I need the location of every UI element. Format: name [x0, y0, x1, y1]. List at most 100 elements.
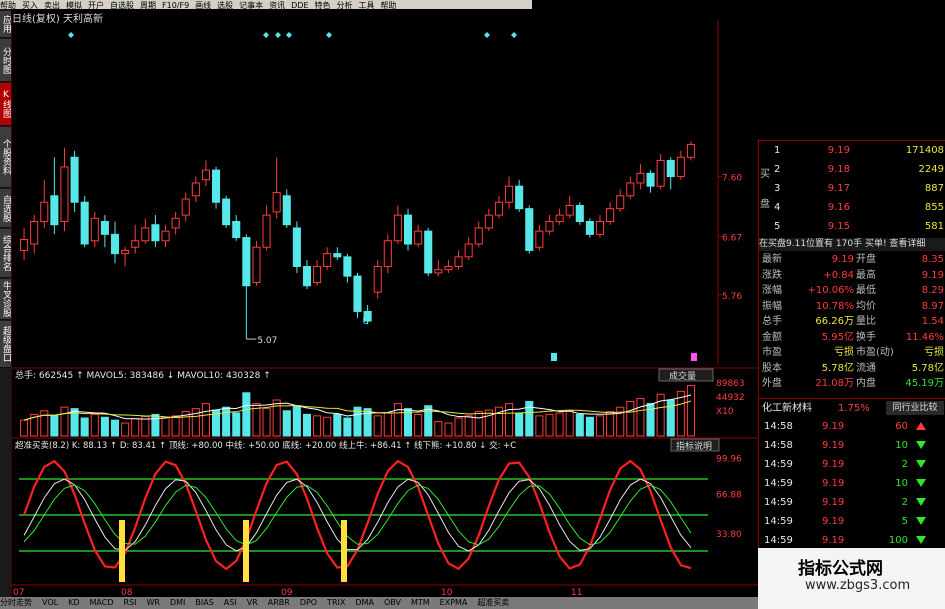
indicator-tab[interactable]: VOL [42, 598, 58, 607]
menu-item[interactable]: 特色 [315, 1, 331, 9]
indicator-tab[interactable]: EXPMA [440, 598, 468, 607]
candle-body [90, 217, 99, 242]
signal-diamond [286, 32, 292, 38]
indicator-tab[interactable]: DMA [355, 598, 374, 607]
candle-body [454, 256, 463, 267]
indicator-tab[interactable]: TRIX [327, 598, 345, 607]
volume-bar [343, 417, 352, 437]
left-tab[interactable]: 应用 [0, 11, 11, 38]
candle-body [292, 227, 301, 267]
candle-body [222, 198, 231, 226]
indicator-tab[interactable]: RSI [123, 598, 136, 607]
candle-body [80, 201, 89, 245]
candle-body [515, 185, 524, 210]
menu-item[interactable]: 选股 [217, 1, 233, 9]
indicator-tab[interactable]: WR [146, 598, 159, 607]
order-price: 9.18 [827, 164, 850, 175]
left-tab[interactable]: K线图 [0, 83, 11, 126]
candle-body [272, 192, 281, 213]
trade-volume: 10 [895, 478, 908, 489]
trade-volume: 5 [901, 516, 908, 527]
volume-bar [262, 408, 271, 437]
menu-item[interactable]: 帮助 [381, 1, 397, 9]
trade-volume: 10 [895, 440, 908, 451]
order-level: 3 [774, 183, 781, 194]
trade-time: 14:58 [764, 440, 793, 451]
candle-body [535, 230, 544, 248]
volume-tick-label: X10 [716, 407, 734, 417]
chart-marker-label: U [363, 317, 370, 327]
indicator-tab[interactable]: KD [68, 598, 79, 607]
kline-chart-area[interactable]: 7.60 6.67 5.76 5.07 U 总手: 662545 ↑ MAVOL5: 38… [11, 20, 758, 597]
menu-item[interactable]: 周期 [140, 1, 156, 9]
volume-bar [686, 385, 695, 437]
volume-bar [313, 415, 322, 437]
volume-bar [161, 416, 170, 437]
indicator-tab[interactable]: DPO [300, 598, 317, 607]
indicator-tab[interactable]: ARBR [268, 598, 290, 607]
left-tab[interactable]: 自选股 [0, 189, 11, 228]
quote-label: 内盘 [856, 378, 876, 389]
menu-item[interactable]: 工具 [359, 1, 375, 9]
candle-body [343, 256, 352, 277]
quote-panel: 买 盘 1 9.19 171408 2 9.18 2249 3 9.17 887 4 9.16 855 5… [758, 140, 945, 600]
order-price: 9.15 [827, 221, 850, 232]
trade-price: 9.19 [822, 497, 845, 508]
left-tab[interactable]: 分时图 [0, 39, 11, 82]
candle-body [262, 214, 271, 248]
menu-item[interactable]: 开户 [88, 1, 104, 9]
candle-body [686, 143, 695, 158]
menu-item[interactable]: 买入 [22, 1, 38, 9]
indicator-tab[interactable]: DMI [170, 598, 185, 607]
menu-item[interactable]: F10/F9 [162, 1, 189, 9]
menu-item[interactable]: 分析 [337, 1, 353, 9]
volume-bar [616, 406, 625, 437]
indicator-tab[interactable]: 超准买卖 [477, 598, 509, 607]
left-tab[interactable]: 综合排名 [0, 229, 11, 278]
menu-item[interactable]: 自选股 [110, 1, 134, 9]
menu-item[interactable]: 资讯 [269, 1, 285, 9]
volume-bar [110, 419, 120, 437]
event-marker [551, 353, 557, 361]
quote-value: 亏损 [924, 347, 944, 358]
volume-bar [50, 415, 59, 437]
arrow-down-icon [916, 479, 926, 487]
indicator-tab[interactable]: 分时走势 [0, 598, 32, 607]
candle-body [494, 201, 503, 216]
left-tab[interactable]: 牛叉诊股 [0, 279, 11, 320]
industry-compare-button[interactable]: 同行业比较 [886, 401, 944, 415]
indicator-tab[interactable]: MACD [90, 598, 114, 607]
menu-item[interactable]: 模拟 [66, 1, 82, 9]
indicator-tab[interactable]: BIAS [195, 598, 213, 607]
quote-value: 1.54 [921, 316, 944, 327]
left-tab[interactable]: 个股资料 [0, 127, 11, 188]
order-position-notice[interactable]: 在买盘9.11位置有 170手 买单! 查看详细 [759, 238, 945, 251]
volume-bar [333, 413, 342, 437]
quote-value: 5.78亿 [821, 362, 854, 374]
candle-body [403, 214, 413, 245]
order-volume: 581 [924, 221, 944, 232]
volume-bar [201, 403, 210, 437]
volume-bar [464, 415, 473, 437]
indicator-help-label: 指标说明 [676, 440, 712, 452]
candle-body [181, 198, 190, 216]
menu-item[interactable]: 卖出 [44, 1, 60, 9]
menu-item[interactable]: DDE [291, 1, 308, 9]
menu-item[interactable]: 记事本 [239, 1, 263, 9]
quote-label: 量比 [856, 316, 876, 327]
arrow-up-icon [916, 422, 926, 430]
menu-item[interactable]: 画线 [195, 1, 211, 9]
indicator-tab[interactable]: OBV [384, 598, 401, 607]
candle-body [444, 265, 453, 271]
indicator-tab[interactable]: MTM [411, 598, 430, 607]
trade-time: 14:59 [764, 516, 793, 527]
menu-item[interactable]: 帮助 [0, 1, 16, 9]
candle-body [60, 166, 69, 223]
indicator-tab[interactable]: ASI [224, 598, 237, 607]
volume-bar [555, 412, 564, 437]
quote-value: 66.26万 [815, 316, 854, 327]
quote-value: 5.78亿 [911, 362, 944, 374]
indicator-tab[interactable]: VR [247, 598, 258, 607]
volume-bar [484, 409, 493, 437]
left-tab[interactable]: 超级盘口 [0, 321, 11, 368]
